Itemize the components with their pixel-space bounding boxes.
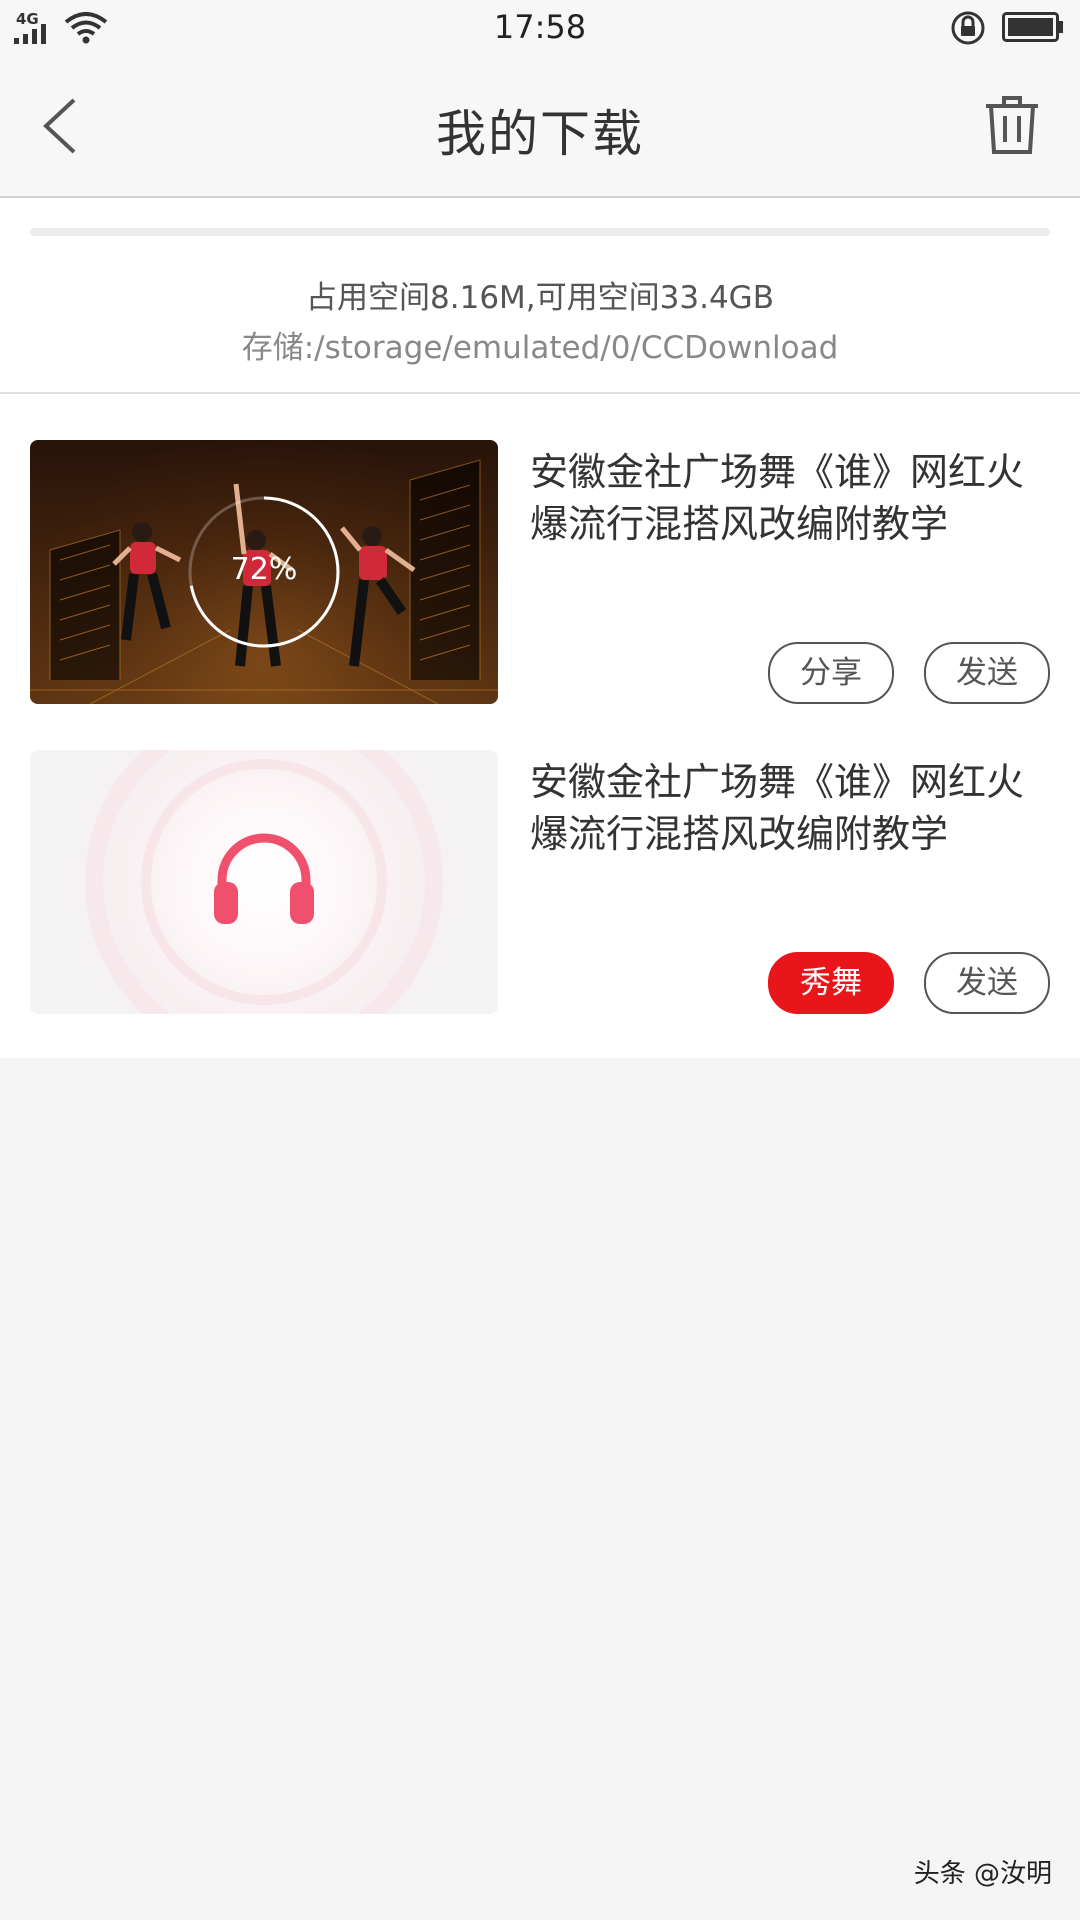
trash-icon[interactable] bbox=[984, 94, 1040, 156]
download-title: 安徽金社广场舞《谁》网红火爆流行混搭风改编附教学 bbox=[530, 450, 1025, 546]
storage-usage-bar bbox=[30, 228, 1050, 236]
download-progress-label: 72% bbox=[230, 552, 298, 587]
status-bar: 4G 17:58 bbox=[0, 0, 1080, 56]
page-title: 我的下载 bbox=[436, 105, 644, 163]
send-button[interactable]: 发送 bbox=[924, 952, 1050, 1014]
video-thumbnail[interactable]: 72% bbox=[30, 440, 498, 704]
send-button[interactable]: 发送 bbox=[924, 642, 1050, 704]
storage-usage-text: 占用空间8.16M,可用空间33.4GB bbox=[306, 280, 774, 316]
show-dance-button[interactable]: 秀舞 bbox=[768, 952, 894, 1014]
download-list: 72% 安徽金社广场舞《谁》网红火爆流行混搭风改编附教学 分享 发送 安徽金社广… bbox=[0, 394, 1080, 1058]
screen: 4G 17:58 我的下载 占用空间8.16M,可用空间33.4GB 存储:/s… bbox=[0, 0, 1080, 1920]
watermark-text: 头条 @汝明 bbox=[913, 1859, 1052, 1889]
share-button[interactable]: 分享 bbox=[768, 642, 894, 704]
app-header: 我的下载 bbox=[0, 56, 1080, 198]
headphones-icon bbox=[214, 833, 314, 924]
download-item[interactable]: 72% 安徽金社广场舞《谁》网红火爆流行混搭风改编附教学 分享 发送 bbox=[0, 394, 1080, 704]
download-title: 安徽金社广场舞《谁》网红火爆流行混搭风改编附教学 bbox=[530, 760, 1025, 856]
status-time: 17:58 bbox=[493, 8, 587, 46]
storage-info: 占用空间8.16M,可用空间33.4GB 存储:/storage/emulate… bbox=[0, 198, 1080, 394]
storage-path-text: 存储:/storage/emulated/0/CCDownload bbox=[241, 330, 839, 366]
rotation-lock-icon bbox=[951, 11, 985, 45]
download-item[interactable]: 安徽金社广场舞《谁》网红火爆流行混搭风改编附教学 秀舞 发送 bbox=[0, 704, 1080, 1014]
battery-icon bbox=[1002, 12, 1063, 42]
audio-thumbnail[interactable] bbox=[30, 750, 498, 1014]
